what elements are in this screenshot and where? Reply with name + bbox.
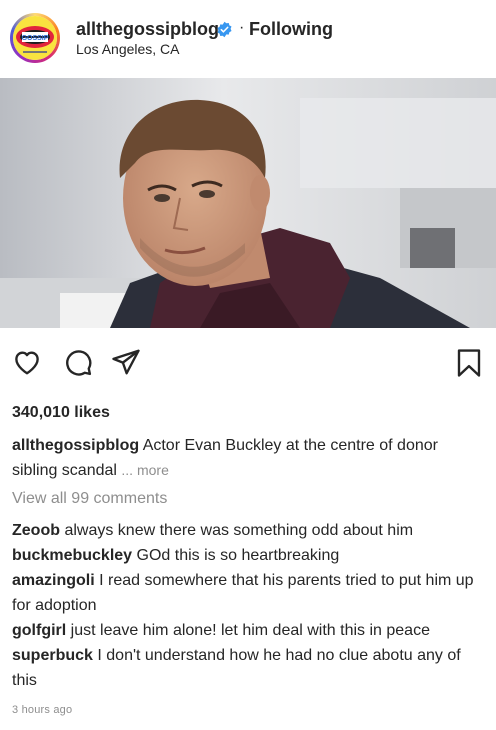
photo-illustration xyxy=(0,78,496,328)
post-caption: allthegossipblog Actor Evan Buckley at t… xyxy=(12,434,484,483)
verified-badge-icon xyxy=(217,21,232,38)
avatar-image: GOSSIP xyxy=(13,16,57,60)
svg-text:GOSSIP: GOSSIP xyxy=(22,35,49,42)
bookmark-icon[interactable] xyxy=(454,347,484,379)
view-all-comments-link[interactable]: View all 99 comments xyxy=(12,490,167,508)
comment-text: just leave him alone! let him deal with … xyxy=(70,622,430,639)
comment-item: amazingoli I read somewhere that his par… xyxy=(12,568,484,618)
likes-count[interactable]: 340,010 likes xyxy=(12,404,110,422)
comment-username[interactable]: superbuck xyxy=(12,647,93,664)
avatar[interactable]: GOSSIP xyxy=(10,13,60,63)
caption-username[interactable]: allthegossipblog xyxy=(12,437,139,454)
heart-icon[interactable] xyxy=(12,347,42,377)
comment-item: buckmebuckley GOd this is so heartbreaki… xyxy=(12,543,484,568)
comment-text: GOd this is so heartbreaking xyxy=(136,547,340,564)
comment-item: Zeoob always knew there was something od… xyxy=(12,518,484,543)
following-button[interactable]: Following xyxy=(249,19,333,40)
post-header: GOSSIP allthegossipblog · Following Los … xyxy=(0,0,496,78)
comment-text: always knew there was something odd abou… xyxy=(64,522,414,539)
post-timestamp: 3 hours ago xyxy=(12,704,73,716)
comment-username[interactable]: amazingoli xyxy=(12,572,95,589)
username-link[interactable]: allthegossipblog xyxy=(76,19,219,40)
comment-username[interactable]: golfgirl xyxy=(12,622,66,639)
comments-list: Zeoob always knew there was something od… xyxy=(12,518,484,693)
more-link[interactable]: ... more xyxy=(121,462,168,478)
post-photo[interactable] xyxy=(0,78,496,328)
comment-icon[interactable] xyxy=(63,347,93,377)
comment-item: golfgirl just leave him alone! let him d… xyxy=(12,618,484,643)
location-link[interactable]: Los Angeles, CA xyxy=(76,41,180,57)
comment-username[interactable]: Zeoob xyxy=(12,522,60,539)
paper-plane-icon[interactable] xyxy=(110,347,142,377)
separator-dot: · xyxy=(239,19,245,36)
comment-item: superbuck I don't understand how he had … xyxy=(12,643,484,693)
comment-username[interactable]: buckmebuckley xyxy=(12,547,132,564)
